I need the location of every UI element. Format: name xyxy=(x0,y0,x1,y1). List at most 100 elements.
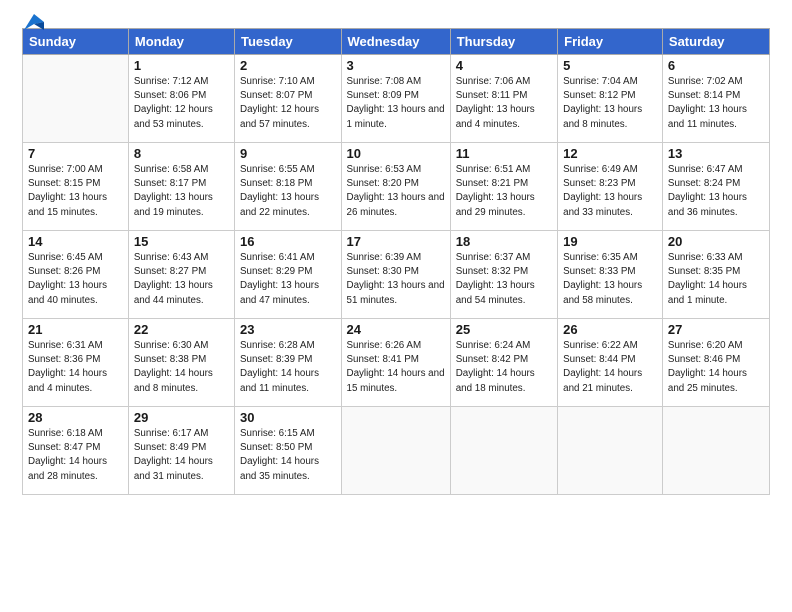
day-detail: Sunrise: 6:22 AMSunset: 8:44 PMDaylight:… xyxy=(563,340,642,394)
day-detail: Sunrise: 7:12 AMSunset: 8:06 PMDaylight:… xyxy=(134,76,213,130)
table-row: 8 Sunrise: 6:58 AMSunset: 8:17 PMDayligh… xyxy=(128,143,234,231)
calendar-week-row: 14 Sunrise: 6:45 AMSunset: 8:26 PMDaylig… xyxy=(23,231,770,319)
day-number: 3 xyxy=(347,58,445,73)
day-number: 15 xyxy=(134,234,229,249)
day-detail: Sunrise: 6:55 AMSunset: 8:18 PMDaylight:… xyxy=(240,164,319,218)
table-row: 16 Sunrise: 6:41 AMSunset: 8:29 PMDaylig… xyxy=(235,231,342,319)
day-number: 11 xyxy=(456,146,552,161)
day-number: 5 xyxy=(563,58,657,73)
table-row: 2 Sunrise: 7:10 AMSunset: 8:07 PMDayligh… xyxy=(235,55,342,143)
table-row: 27 Sunrise: 6:20 AMSunset: 8:46 PMDaylig… xyxy=(662,319,769,407)
logo-icon xyxy=(24,14,44,30)
day-number: 26 xyxy=(563,322,657,337)
day-number: 28 xyxy=(28,410,123,425)
table-row xyxy=(662,407,769,495)
day-number: 8 xyxy=(134,146,229,161)
table-row: 21 Sunrise: 6:31 AMSunset: 8:36 PMDaylig… xyxy=(23,319,129,407)
table-row: 5 Sunrise: 7:04 AMSunset: 8:12 PMDayligh… xyxy=(558,55,663,143)
table-row: 20 Sunrise: 6:33 AMSunset: 8:35 PMDaylig… xyxy=(662,231,769,319)
table-row: 25 Sunrise: 6:24 AMSunset: 8:42 PMDaylig… xyxy=(450,319,557,407)
table-row: 3 Sunrise: 7:08 AMSunset: 8:09 PMDayligh… xyxy=(341,55,450,143)
table-row xyxy=(341,407,450,495)
day-number: 4 xyxy=(456,58,552,73)
table-row: 7 Sunrise: 7:00 AMSunset: 8:15 PMDayligh… xyxy=(23,143,129,231)
day-detail: Sunrise: 6:49 AMSunset: 8:23 PMDaylight:… xyxy=(563,164,642,218)
table-row: 17 Sunrise: 6:39 AMSunset: 8:30 PMDaylig… xyxy=(341,231,450,319)
day-detail: Sunrise: 6:31 AMSunset: 8:36 PMDaylight:… xyxy=(28,340,107,394)
col-sunday: Sunday xyxy=(23,29,129,55)
table-row: 19 Sunrise: 6:35 AMSunset: 8:33 PMDaylig… xyxy=(558,231,663,319)
day-detail: Sunrise: 7:00 AMSunset: 8:15 PMDaylight:… xyxy=(28,164,107,218)
table-row: 13 Sunrise: 6:47 AMSunset: 8:24 PMDaylig… xyxy=(662,143,769,231)
table-row: 1 Sunrise: 7:12 AMSunset: 8:06 PMDayligh… xyxy=(128,55,234,143)
col-friday: Friday xyxy=(558,29,663,55)
table-row xyxy=(450,407,557,495)
day-detail: Sunrise: 7:04 AMSunset: 8:12 PMDaylight:… xyxy=(563,76,642,130)
day-number: 12 xyxy=(563,146,657,161)
table-row: 18 Sunrise: 6:37 AMSunset: 8:32 PMDaylig… xyxy=(450,231,557,319)
day-number: 18 xyxy=(456,234,552,249)
day-detail: Sunrise: 6:58 AMSunset: 8:17 PMDaylight:… xyxy=(134,164,213,218)
day-number: 7 xyxy=(28,146,123,161)
day-detail: Sunrise: 6:37 AMSunset: 8:32 PMDaylight:… xyxy=(456,252,535,306)
day-number: 13 xyxy=(668,146,764,161)
col-tuesday: Tuesday xyxy=(235,29,342,55)
day-number: 23 xyxy=(240,322,336,337)
day-detail: Sunrise: 6:15 AMSunset: 8:50 PMDaylight:… xyxy=(240,428,319,482)
day-number: 21 xyxy=(28,322,123,337)
table-row: 23 Sunrise: 6:28 AMSunset: 8:39 PMDaylig… xyxy=(235,319,342,407)
col-saturday: Saturday xyxy=(662,29,769,55)
day-detail: Sunrise: 6:28 AMSunset: 8:39 PMDaylight:… xyxy=(240,340,319,394)
day-detail: Sunrise: 6:53 AMSunset: 8:20 PMDaylight:… xyxy=(347,164,445,218)
day-detail: Sunrise: 6:30 AMSunset: 8:38 PMDaylight:… xyxy=(134,340,213,394)
table-row: 9 Sunrise: 6:55 AMSunset: 8:18 PMDayligh… xyxy=(235,143,342,231)
table-row: 11 Sunrise: 6:51 AMSunset: 8:21 PMDaylig… xyxy=(450,143,557,231)
calendar-week-row: 7 Sunrise: 7:00 AMSunset: 8:15 PMDayligh… xyxy=(23,143,770,231)
table-row: 10 Sunrise: 6:53 AMSunset: 8:20 PMDaylig… xyxy=(341,143,450,231)
col-monday: Monday xyxy=(128,29,234,55)
day-detail: Sunrise: 7:06 AMSunset: 8:11 PMDaylight:… xyxy=(456,76,535,130)
day-detail: Sunrise: 7:02 AMSunset: 8:14 PMDaylight:… xyxy=(668,76,747,130)
day-number: 27 xyxy=(668,322,764,337)
col-thursday: Thursday xyxy=(450,29,557,55)
day-detail: Sunrise: 7:10 AMSunset: 8:07 PMDaylight:… xyxy=(240,76,319,130)
day-number: 6 xyxy=(668,58,764,73)
calendar-table: Sunday Monday Tuesday Wednesday Thursday… xyxy=(22,28,770,495)
day-detail: Sunrise: 6:39 AMSunset: 8:30 PMDaylight:… xyxy=(347,252,445,306)
day-number: 9 xyxy=(240,146,336,161)
day-number: 2 xyxy=(240,58,336,73)
day-number: 30 xyxy=(240,410,336,425)
calendar-week-row: 1 Sunrise: 7:12 AMSunset: 8:06 PMDayligh… xyxy=(23,55,770,143)
day-number: 20 xyxy=(668,234,764,249)
day-number: 24 xyxy=(347,322,445,337)
day-detail: Sunrise: 6:24 AMSunset: 8:42 PMDaylight:… xyxy=(456,340,535,394)
day-number: 10 xyxy=(347,146,445,161)
day-detail: Sunrise: 6:47 AMSunset: 8:24 PMDaylight:… xyxy=(668,164,747,218)
day-number: 19 xyxy=(563,234,657,249)
calendar-header-row: Sunday Monday Tuesday Wednesday Thursday… xyxy=(23,29,770,55)
col-wednesday: Wednesday xyxy=(341,29,450,55)
day-number: 22 xyxy=(134,322,229,337)
day-detail: Sunrise: 6:41 AMSunset: 8:29 PMDaylight:… xyxy=(240,252,319,306)
calendar-week-row: 21 Sunrise: 6:31 AMSunset: 8:36 PMDaylig… xyxy=(23,319,770,407)
day-number: 17 xyxy=(347,234,445,249)
page: Sunday Monday Tuesday Wednesday Thursday… xyxy=(0,0,792,612)
day-number: 25 xyxy=(456,322,552,337)
day-detail: Sunrise: 6:45 AMSunset: 8:26 PMDaylight:… xyxy=(28,252,107,306)
day-detail: Sunrise: 6:33 AMSunset: 8:35 PMDaylight:… xyxy=(668,252,747,306)
day-detail: Sunrise: 6:51 AMSunset: 8:21 PMDaylight:… xyxy=(456,164,535,218)
calendar-week-row: 28 Sunrise: 6:18 AMSunset: 8:47 PMDaylig… xyxy=(23,407,770,495)
day-detail: Sunrise: 6:43 AMSunset: 8:27 PMDaylight:… xyxy=(134,252,213,306)
table-row: 28 Sunrise: 6:18 AMSunset: 8:47 PMDaylig… xyxy=(23,407,129,495)
table-row: 30 Sunrise: 6:15 AMSunset: 8:50 PMDaylig… xyxy=(235,407,342,495)
day-detail: Sunrise: 6:26 AMSunset: 8:41 PMDaylight:… xyxy=(347,340,445,394)
table-row xyxy=(558,407,663,495)
day-number: 1 xyxy=(134,58,229,73)
day-detail: Sunrise: 6:20 AMSunset: 8:46 PMDaylight:… xyxy=(668,340,747,394)
day-number: 29 xyxy=(134,410,229,425)
table-row: 29 Sunrise: 6:17 AMSunset: 8:49 PMDaylig… xyxy=(128,407,234,495)
table-row: 15 Sunrise: 6:43 AMSunset: 8:27 PMDaylig… xyxy=(128,231,234,319)
table-row xyxy=(23,55,129,143)
table-row: 12 Sunrise: 6:49 AMSunset: 8:23 PMDaylig… xyxy=(558,143,663,231)
day-detail: Sunrise: 7:08 AMSunset: 8:09 PMDaylight:… xyxy=(347,76,445,130)
